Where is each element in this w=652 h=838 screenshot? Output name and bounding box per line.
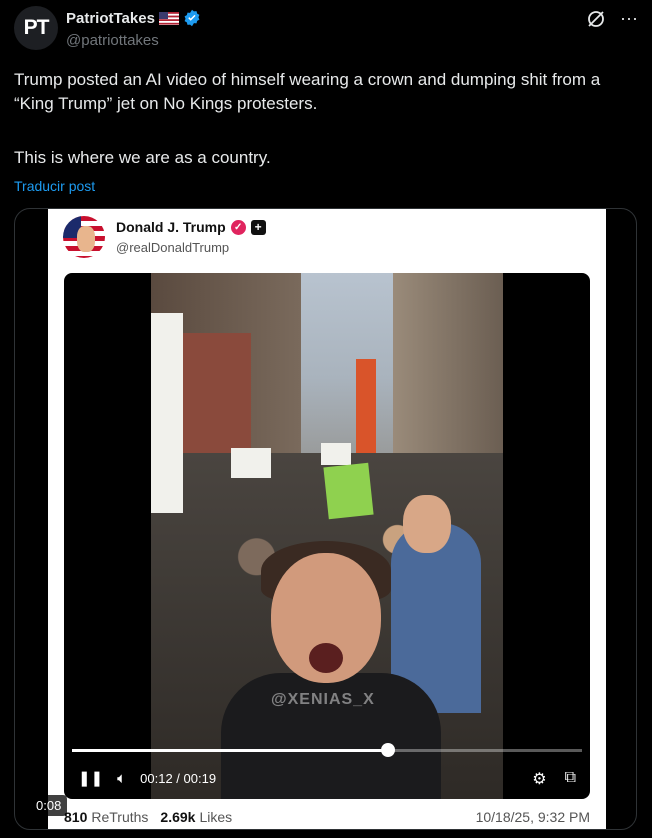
retruths-count: 810 — [64, 809, 88, 825]
pause-icon[interactable]: ❚❚ — [78, 769, 103, 787]
post-text: Trump posted an AI video of himself wear… — [14, 68, 634, 170]
video-player[interactable]: @XENIAS_X ❚❚ 🔈︎ 00:12 / 00:19 ⚙ ⧉ — [64, 273, 590, 799]
author-display-name[interactable]: PatriotTakes — [66, 10, 155, 27]
video-controls-left: ❚❚ 🔈︎ 00:12 / 00:19 — [78, 769, 217, 788]
embedded-author-name: Donald J. Trump — [116, 219, 226, 235]
embedded-author-handle: @realDonaldTrump — [116, 240, 230, 255]
author-name-row: PatriotTakes — [66, 9, 201, 27]
grok-icon[interactable] — [586, 9, 606, 29]
video-controls-right: ⚙ ⧉ — [532, 769, 576, 789]
more-icon[interactable]: ··· — [620, 8, 638, 29]
translate-post-link[interactable]: Traducir post — [14, 178, 95, 194]
us-flag-icon — [158, 11, 179, 25]
likes-label: Likes — [199, 809, 233, 825]
video-progress-bar[interactable] — [72, 743, 582, 757]
post-text-paragraph: Trump posted an AI video of himself wear… — [14, 70, 601, 113]
video-time: 00:12 / 00:19 — [140, 770, 217, 786]
post-header-actions: ··· — [586, 8, 638, 29]
settings-icon[interactable]: ⚙ — [532, 769, 546, 789]
post-media[interactable]: Donald J. Trump ✓ + @realDonaldTrump @XE… — [14, 208, 637, 830]
author-handle[interactable]: @patriottakes — [66, 32, 159, 49]
verified-icon — [184, 9, 200, 27]
embedded-truth-card: Donald J. Trump ✓ + @realDonaldTrump @XE… — [48, 209, 606, 829]
engagement-stats: 810 ReTruths 2.69k Likes 10/18/25, 9:32 … — [64, 809, 590, 825]
volume-icon[interactable]: 🔈︎ — [117, 770, 126, 787]
plus-badge-icon: + — [250, 219, 266, 235]
embedded-author-avatar — [63, 216, 105, 258]
post-text-paragraph: This is where we are as a country. — [14, 148, 271, 167]
verified-badge-icon: ✓ — [230, 219, 246, 235]
retruths-label: ReTruths — [91, 809, 149, 825]
post-date: 10/18/25, 9:32 PM — [475, 809, 590, 825]
embedded-author-name-row: Donald J. Trump ✓ + — [116, 219, 266, 235]
video-progress-fill — [72, 749, 389, 752]
video-watermark: @XENIAS_X — [271, 691, 375, 708]
likes-count: 2.69k — [160, 809, 196, 825]
video-frame: @XENIAS_X — [151, 273, 503, 799]
media-timestamp: 0:08 — [30, 795, 68, 816]
picture-in-picture-icon[interactable]: ⧉ — [565, 769, 576, 789]
author-avatar[interactable]: PT — [14, 6, 58, 50]
